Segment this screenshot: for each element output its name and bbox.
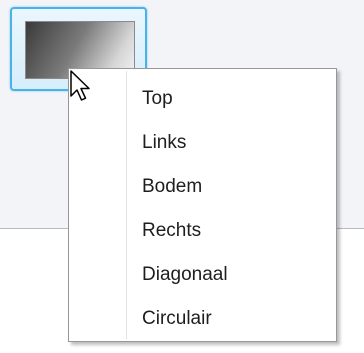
menu-item-label: Links: [142, 132, 187, 153]
menu-item-label: Top: [142, 88, 173, 109]
mouse-cursor-icon: [70, 70, 90, 101]
menu-item-label: Diagonaal: [142, 264, 228, 285]
menu-item-circulair[interactable]: Circulair: [72, 297, 333, 341]
menu-item-bodem[interactable]: Bodem: [72, 165, 333, 209]
menu-item-label: Circulair: [142, 308, 212, 329]
menu-item-rechts[interactable]: Rechts: [72, 209, 333, 253]
menu-item-top[interactable]: Top: [72, 77, 333, 121]
menu-item-label: Rechts: [142, 220, 202, 241]
gradient-direction-menu: Top Links Bodem Rechts Diagonaal Circula…: [68, 68, 337, 342]
menu-item-label: Bodem: [142, 176, 203, 197]
menu-item-diagonaal[interactable]: Diagonaal: [72, 253, 333, 297]
menu-item-links[interactable]: Links: [72, 121, 333, 165]
